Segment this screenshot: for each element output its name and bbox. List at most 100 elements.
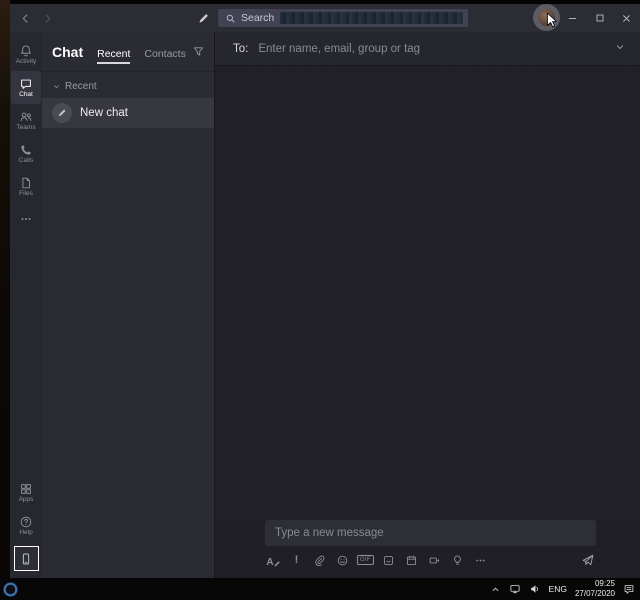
sticker-icon: [382, 554, 395, 567]
teams-icon: [19, 110, 33, 124]
message-input-placeholder: Type a new message: [275, 527, 384, 539]
window-controls: [559, 4, 640, 32]
sidebar-item-more-apps[interactable]: [11, 203, 41, 236]
chat-list-panel: Chat Recent Contacts Recent New chat: [42, 32, 215, 578]
network-tray-button[interactable]: [509, 583, 521, 595]
chevron-right-icon: [41, 12, 54, 25]
mouse-cursor: [547, 12, 558, 28]
title-bar: Search: [10, 4, 640, 32]
clock-date: 27/07/2020: [574, 589, 615, 598]
new-chat-avatar: [52, 103, 72, 123]
close-button[interactable]: [613, 4, 640, 32]
chevron-left-icon: [19, 12, 32, 25]
tab-contacts[interactable]: Contacts: [144, 48, 185, 62]
send-plane-icon: [581, 553, 595, 567]
search-icon: [225, 13, 236, 24]
recent-section-header[interactable]: Recent: [42, 72, 214, 98]
emoji-button[interactable]: [334, 552, 351, 568]
to-placeholder: Enter name, email, group or tag: [258, 42, 421, 55]
new-chat-button[interactable]: [197, 4, 210, 32]
conversation-pane: To: Enter name, email, group or tag Type…: [215, 32, 640, 578]
attach-button[interactable]: [311, 552, 328, 568]
minimize-button[interactable]: [559, 4, 586, 32]
minimize-icon: [566, 12, 579, 25]
close-icon: [620, 12, 633, 25]
volume-tray-button[interactable]: [529, 583, 541, 595]
compose-toolbar: A ! GIF: [265, 552, 596, 568]
message-history-area: [215, 66, 640, 520]
files-icon: [19, 176, 33, 190]
list-item-new-chat[interactable]: New chat: [42, 98, 214, 128]
taskbar: ENG 09:25 27/07/2020: [0, 578, 640, 600]
clock-time: 09:25: [594, 578, 615, 588]
forward-button[interactable]: [36, 4, 58, 32]
phone-icon: [19, 143, 33, 157]
sidebar-item-calls[interactable]: Calls: [11, 137, 41, 170]
send-button[interactable]: [579, 552, 596, 568]
action-center-button[interactable]: [623, 583, 635, 595]
app-rail: Activity Chat Teams Calls Files Apps Hel…: [10, 32, 42, 578]
pencil-icon: [57, 108, 67, 118]
to-label: To:: [233, 42, 249, 55]
language-indicator[interactable]: ENG: [549, 584, 567, 594]
chevron-down-icon: [52, 82, 61, 91]
chat-icon: [19, 77, 33, 91]
bell-icon: [19, 44, 33, 58]
show-hidden-icons-button[interactable]: [490, 584, 501, 595]
system-tray: ENG 09:25 27/07/2020: [490, 579, 640, 600]
more-options-button[interactable]: [472, 552, 489, 568]
importance-button[interactable]: !: [288, 552, 305, 568]
compose-area: Type a new message A ! GIF: [215, 520, 640, 578]
lightbulb-icon: [451, 554, 464, 567]
mobile-phone-icon: [19, 552, 33, 566]
giphy-button[interactable]: GIF: [357, 552, 374, 568]
suggestions-button[interactable]: [449, 552, 466, 568]
back-button[interactable]: [14, 4, 36, 32]
search-placeholder: Search: [241, 12, 275, 24]
desktop-wallpaper: [0, 0, 10, 578]
paperclip-icon: [313, 554, 326, 567]
page-title: Chat: [52, 44, 84, 60]
expand-to-button[interactable]: [614, 40, 626, 58]
desktop: Search Activity Chat Teams Calls Files A…: [0, 0, 640, 600]
search-redacted-text: [280, 12, 463, 24]
maximize-button[interactable]: [586, 4, 613, 32]
pen-icon: [273, 560, 281, 568]
tab-recent[interactable]: Recent: [97, 48, 131, 64]
taskbar-app-icon[interactable]: [3, 581, 18, 597]
window-body: Activity Chat Teams Calls Files Apps Hel…: [10, 32, 640, 578]
apps-grid-icon: [19, 482, 33, 496]
chevron-down-icon: [614, 41, 626, 53]
ellipsis-icon: [19, 212, 33, 226]
meet-now-button[interactable]: [426, 552, 443, 568]
sidebar-item-help[interactable]: Help: [11, 509, 41, 542]
video-camera-icon: [428, 554, 441, 567]
ellipsis-icon: [474, 554, 487, 567]
teams-window: Search Activity Chat Teams Calls Files A…: [10, 4, 640, 578]
schedule-meeting-button[interactable]: [403, 552, 420, 568]
mobile-app-button[interactable]: [13, 546, 39, 571]
taskbar-clock[interactable]: 09:25 27/07/2020: [575, 579, 615, 600]
sidebar-item-files[interactable]: Files: [11, 170, 41, 203]
sidebar-item-teams[interactable]: Teams: [11, 104, 41, 137]
filter-icon: [192, 45, 205, 58]
monitor-icon: [509, 583, 521, 595]
message-input[interactable]: Type a new message: [265, 520, 596, 546]
speaker-icon: [529, 583, 541, 595]
gif-icon: GIF: [357, 555, 374, 565]
sticker-button[interactable]: [380, 552, 397, 568]
notification-bubble-icon: [623, 583, 635, 595]
chat-item-name: New chat: [80, 107, 128, 119]
to-field[interactable]: To: Enter name, email, group or tag: [215, 32, 640, 66]
format-button[interactable]: A: [265, 552, 282, 568]
maximize-icon: [594, 12, 606, 24]
filter-button[interactable]: [192, 45, 205, 63]
search-bar[interactable]: Search: [218, 9, 468, 27]
sidebar-item-activity[interactable]: Activity: [11, 38, 41, 71]
help-icon: [19, 515, 33, 529]
sidebar-item-chat[interactable]: Chat: [11, 71, 41, 104]
calendar-icon: [405, 554, 418, 567]
chat-panel-header: Chat Recent Contacts: [42, 32, 214, 72]
sidebar-item-apps[interactable]: Apps: [11, 476, 41, 509]
chevron-up-icon: [490, 584, 501, 595]
